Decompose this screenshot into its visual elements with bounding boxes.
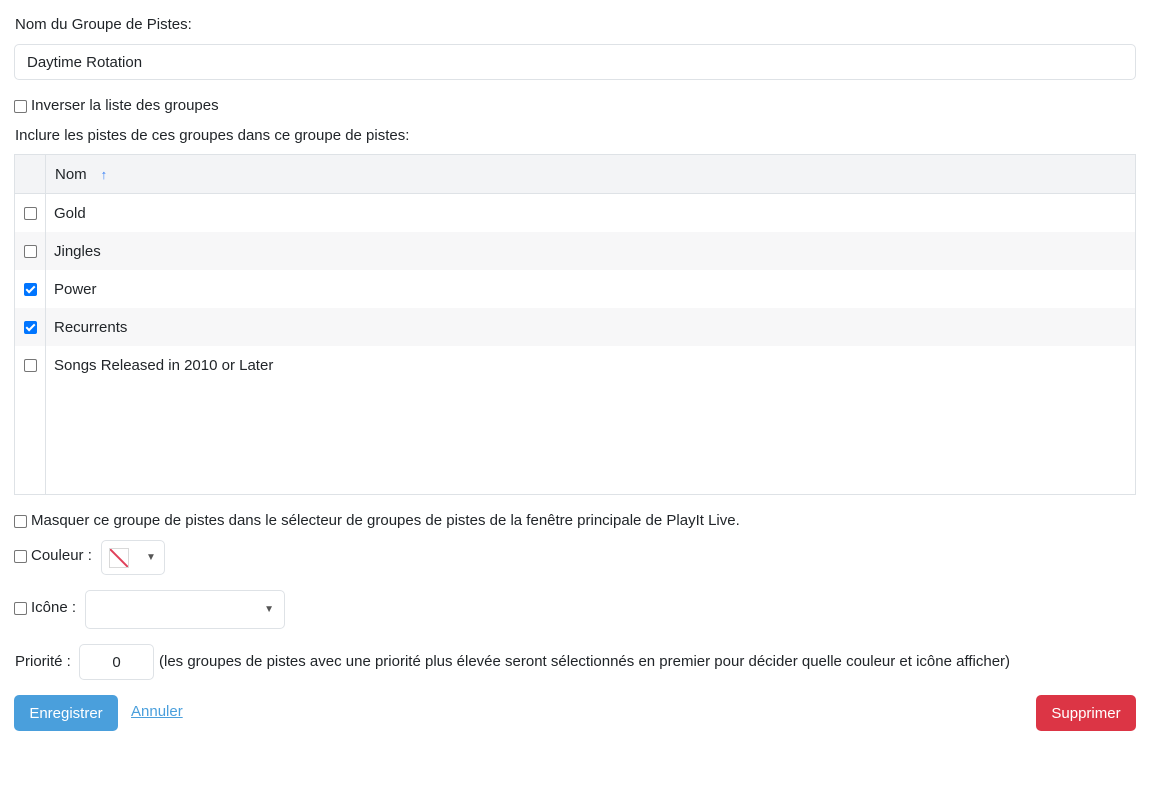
track-group-name-label: Nom du Groupe de Pistes:	[15, 16, 192, 33]
color-checkbox[interactable]	[14, 549, 27, 563]
hide-in-selector-option[interactable]: Masquer ce groupe de pistes dans le séle…	[14, 511, 740, 531]
invert-group-list-label: Inverser la liste des groupes	[31, 97, 219, 114]
include-groups-label: Inclure les pistes de ces groupes dans c…	[15, 127, 410, 144]
row-checkbox[interactable]	[23, 244, 37, 258]
table-row[interactable]: Power	[15, 270, 1135, 308]
icon-select[interactable]: ▼	[85, 590, 285, 629]
icon-checkbox[interactable]	[14, 601, 27, 615]
delete-button[interactable]: Supprimer	[1036, 695, 1136, 731]
priority-input[interactable]	[79, 644, 154, 680]
table-row[interactable]: Songs Released in 2010 or Later	[15, 346, 1135, 384]
chevron-down-icon: ▼	[264, 604, 274, 615]
color-label: Couleur :	[31, 547, 92, 564]
arrow-up-icon[interactable]: ↑	[101, 167, 108, 182]
track-groups-table: Nom ↑ Gold Jingles Power Recurrents Songs Re…	[14, 154, 1136, 495]
hide-in-selector-checkbox[interactable]	[14, 514, 27, 528]
row-checkbox[interactable]	[23, 358, 37, 372]
table-row[interactable]: Jingles	[15, 232, 1135, 270]
row-name: Gold	[54, 204, 86, 222]
table-empty-area	[15, 384, 1135, 494]
row-name: Jingles	[54, 242, 101, 260]
table-header: Nom ↑	[15, 155, 1135, 194]
column-header-name[interactable]: Nom ↑	[46, 166, 107, 183]
row-checkbox[interactable]	[23, 320, 37, 334]
priority-label: Priorité :	[15, 653, 71, 670]
row-name: Recurrents	[54, 318, 128, 336]
column-header-name-label: Nom	[55, 165, 87, 183]
chevron-down-icon: ▼	[146, 552, 156, 563]
save-button[interactable]: Enregistrer	[14, 695, 118, 731]
header-check-column	[15, 155, 46, 193]
no-color-swatch-icon	[109, 547, 129, 568]
row-checkbox[interactable]	[23, 206, 37, 220]
table-row[interactable]: Gold	[15, 194, 1135, 232]
color-picker[interactable]: ▼	[101, 540, 165, 575]
hide-in-selector-label: Masquer ce groupe de pistes dans le séle…	[31, 512, 740, 529]
icon-label: Icône :	[31, 599, 77, 616]
table-body: Gold Jingles Power Recurrents Songs Released…	[15, 194, 1135, 384]
priority-help-text: (les groupes de pistes avec une priorité…	[159, 653, 1011, 670]
row-name: Songs Released in 2010 or Later	[54, 356, 274, 374]
color-option[interactable]: Couleur :	[14, 546, 92, 566]
cancel-link[interactable]: Annuler	[131, 703, 183, 720]
icon-option[interactable]: Icône :	[14, 598, 76, 618]
row-name: Power	[54, 280, 97, 298]
track-group-name-input[interactable]	[14, 44, 1136, 80]
invert-group-list-option[interactable]: Inverser la liste des groupes	[14, 96, 219, 116]
invert-group-list-checkbox[interactable]	[14, 99, 27, 113]
table-row[interactable]: Recurrents	[15, 308, 1135, 346]
row-checkbox[interactable]	[23, 282, 37, 296]
